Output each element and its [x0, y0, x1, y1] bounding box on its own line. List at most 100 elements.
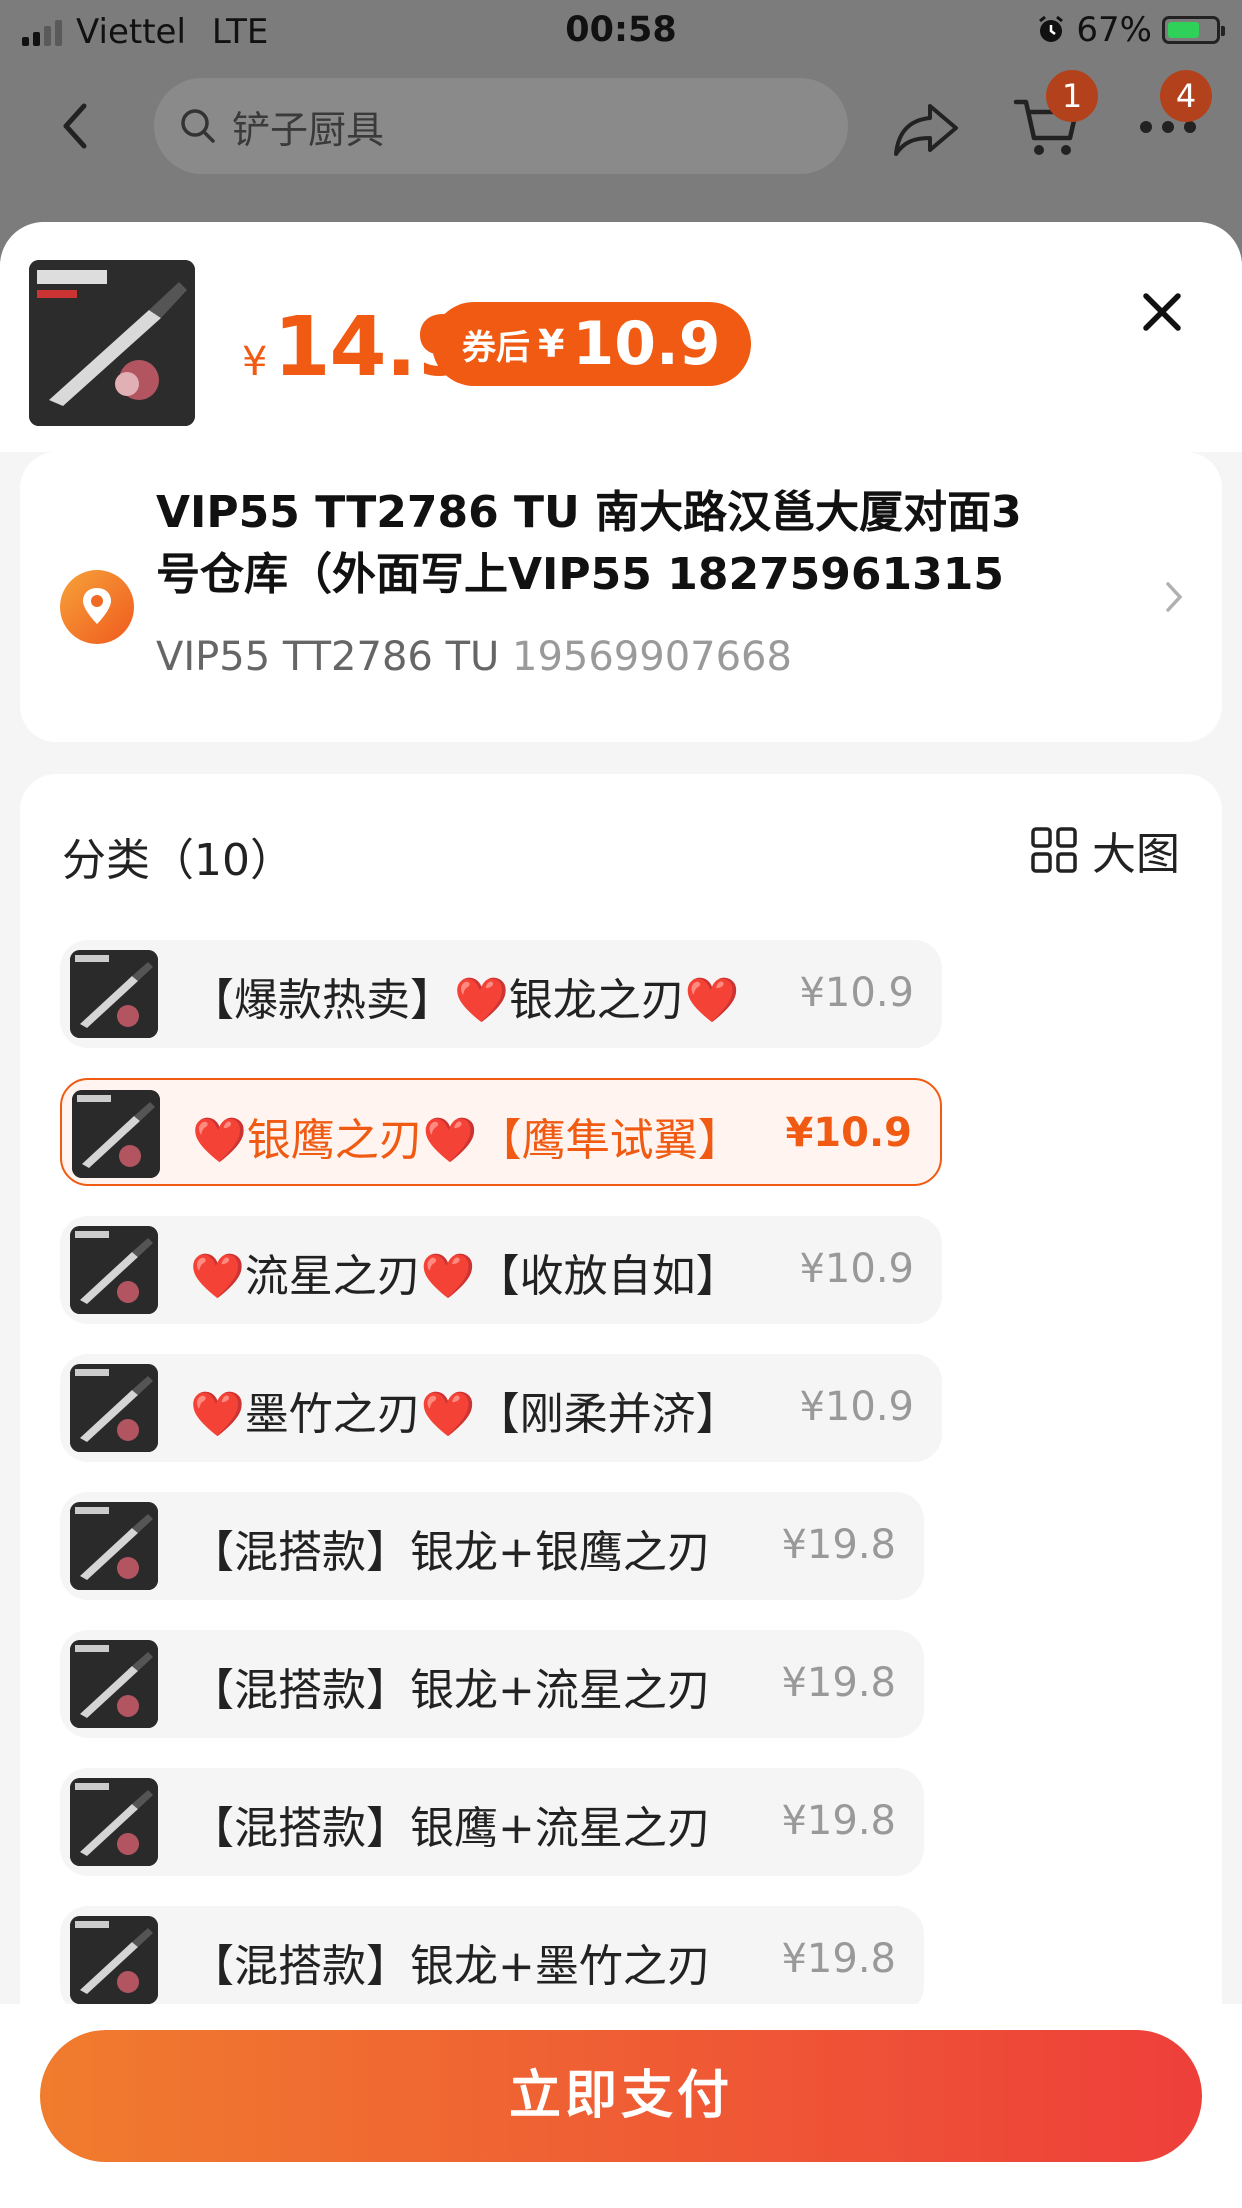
knife-image-icon: [70, 1778, 158, 1866]
sku-option-price: ¥19.8: [781, 1936, 896, 1982]
sku-option-thumbnail: [70, 1778, 158, 1866]
knife-image-icon: [72, 1090, 160, 1178]
sku-option-price: ¥10.9: [799, 970, 914, 1016]
sku-option-price: ¥10.9: [799, 1384, 914, 1430]
sku-option-name: 【混搭款】银龙+墨竹之刃: [190, 1930, 711, 1994]
heart-icon: ❤️: [190, 1389, 245, 1440]
chevron-right-icon: [1166, 582, 1183, 612]
pay-now-button[interactable]: 立即支付: [40, 2030, 1202, 2162]
battery-icon: [1162, 16, 1225, 44]
cart-button[interactable]: 1: [1012, 70, 1098, 160]
battery-percent: 67%: [1076, 10, 1152, 50]
price-currency: ¥: [242, 339, 268, 385]
sku-option[interactable]: 【混搭款】银鹰+流星之刃 ¥19.8: [60, 1768, 924, 1876]
coupon-price-badge: 券后 ¥ 10.9: [432, 302, 751, 386]
search-icon: [181, 109, 215, 143]
search-placeholder: 铲子厨具: [232, 107, 385, 152]
sku-option-thumbnail: [70, 1916, 158, 2004]
address-card[interactable]: VIP55 TT2786 TU 南大路汉邕大厦对面3 号仓库（外面写上VIP55…: [20, 452, 1222, 742]
sku-bottom-sheet: ¥ 14.9 券后 ¥ 10.9 VIP55 TT2786 TU 南大路汉邕大厦…: [0, 222, 1242, 2208]
sku-category-title: 分类（10）: [62, 835, 294, 886]
more-badge: 4: [1160, 70, 1212, 122]
heart-icon: ❤️: [420, 1251, 476, 1302]
recipient-name: VIP55 TT2786 TU: [156, 634, 500, 680]
sku-option-name: ❤️墨竹之刃❤️【刚柔并济】: [190, 1378, 740, 1442]
coupon-price: 10.9: [572, 309, 721, 379]
knife-image-icon: [70, 1640, 158, 1728]
heart-icon: ❤️: [422, 1115, 478, 1166]
sku-option-price: ¥19.8: [781, 1522, 896, 1568]
coupon-currency: ¥: [538, 322, 565, 366]
big-image-label: 大图: [1092, 829, 1180, 880]
top-nav: 铲子厨具 1 4: [0, 62, 1242, 182]
sku-option-text: 【混搭款】银鹰+流星之刃: [190, 1803, 711, 1854]
knife-image-icon: [70, 1226, 158, 1314]
knife-image-icon: [70, 1502, 158, 1590]
status-right: 67%: [1036, 10, 1225, 50]
sku-option-thumbnail: [70, 950, 158, 1038]
sku-option-name: ❤️银鹰之刃❤️【鹰隼试翼】: [192, 1104, 742, 1168]
sku-option-thumbnail: [70, 1640, 158, 1728]
heart-icon: ❤️: [684, 975, 740, 1026]
footer-bar: 立即支付: [0, 2004, 1242, 2208]
sku-option-text: 【爆款热卖】: [190, 975, 454, 1026]
location-icon: [60, 570, 134, 644]
sku-option[interactable]: 【混搭款】银龙+流星之刃 ¥19.8: [60, 1630, 924, 1738]
sku-option-text: 银鹰之刃: [246, 1115, 423, 1166]
sku-option-text: 【鹰隼试翼】: [477, 1115, 742, 1166]
knife-image-icon: [29, 260, 195, 426]
heart-icon: ❤️: [420, 1389, 476, 1440]
sku-option-text: 【刚柔并济】: [475, 1389, 740, 1440]
more-button[interactable]: 4: [1138, 70, 1212, 142]
heart-icon: ❤️: [192, 1115, 247, 1166]
knife-image-icon: [70, 1364, 158, 1452]
sku-option[interactable]: 【混搭款】银龙+银鹰之刃 ¥19.8: [60, 1492, 924, 1600]
sku-option-price: ¥10.9: [785, 1110, 912, 1156]
sku-option-price: ¥19.8: [781, 1798, 896, 1844]
knife-image-icon: [70, 1916, 158, 2004]
sku-option[interactable]: ❤️流星之刃❤️【收放自如】 ¥10.9: [60, 1216, 942, 1324]
sku-option-text: 【收放自如】: [475, 1251, 740, 1302]
coupon-label: 券后: [462, 327, 530, 368]
share-icon[interactable]: [892, 98, 962, 158]
sku-option[interactable]: ❤️墨竹之刃❤️【刚柔并济】 ¥10.9: [60, 1354, 942, 1462]
sku-option-text: 流星之刃: [244, 1251, 421, 1302]
sku-option[interactable]: 【混搭款】银龙+墨竹之刃 ¥19.8: [60, 1906, 924, 2014]
knife-image-icon: [70, 950, 158, 1038]
sku-option-thumbnail: [70, 1226, 158, 1314]
sku-option-name: 【混搭款】银龙+银鹰之刃: [190, 1516, 711, 1580]
address-line-2: 号仓库（外面写上VIP55 18275961315: [156, 549, 1004, 600]
sku-option-price: ¥10.9: [799, 1246, 914, 1292]
heart-icon: ❤️: [190, 1251, 245, 1302]
address-line-1: VIP55 TT2786 TU 南大路汉邕大厦对面3: [156, 487, 1022, 538]
sku-option[interactable]: ❤️银鹰之刃❤️【鹰隼试翼】 ¥10.9: [60, 1078, 942, 1186]
sku-option-name: ❤️流星之刃❤️【收放自如】: [190, 1240, 740, 1304]
status-bar: Viettel LTE 00:58 67%: [0, 0, 1242, 62]
product-thumbnail[interactable]: [29, 260, 195, 426]
sku-selector: 分类（10） 大图 【爆款热卖】❤️银龙之刃❤️ ¥10.9 ❤️银鹰之刃❤️【鹰隼…: [20, 774, 1222, 2208]
grid-icon: [1031, 827, 1077, 873]
back-arrow-icon[interactable]: [52, 96, 102, 156]
sku-option-name: 【混搭款】银鹰+流星之刃: [190, 1792, 711, 1856]
sku-option-text: 【混搭款】银龙+墨竹之刃: [190, 1941, 711, 1992]
sku-option-thumbnail: [70, 1502, 158, 1590]
sku-option-thumbnail: [72, 1090, 160, 1178]
sku-option-text: 【混搭款】银龙+流星之刃: [190, 1665, 711, 1716]
sheet-header: ¥ 14.9 券后 ¥ 10.9: [0, 222, 1242, 452]
search-input[interactable]: 铲子厨具: [154, 78, 848, 174]
alarm-icon: [1039, 15, 1064, 42]
close-icon[interactable]: [1140, 290, 1184, 334]
sku-option-text: 墨竹之刃: [244, 1389, 421, 1440]
sku-option-text: 【混搭款】银龙+银鹰之刃: [190, 1527, 711, 1578]
recipient-info: VIP55 TT2786 TU 19569907668: [156, 634, 792, 680]
sku-option-price: ¥19.8: [781, 1660, 896, 1706]
sku-option-name: 【混搭款】银龙+流星之刃: [190, 1654, 711, 1718]
big-image-toggle[interactable]: 大图: [1030, 818, 1180, 882]
sku-option-thumbnail: [70, 1364, 158, 1452]
sku-option-text: 银龙之刃: [508, 975, 685, 1026]
cart-badge: 1: [1046, 70, 1098, 122]
heart-icon: ❤️: [454, 975, 509, 1026]
sku-option[interactable]: 【爆款热卖】❤️银龙之刃❤️ ¥10.9: [60, 940, 942, 1048]
recipient-phone: 19569907668: [512, 634, 792, 680]
sku-option-name: 【爆款热卖】❤️银龙之刃❤️: [190, 964, 740, 1028]
